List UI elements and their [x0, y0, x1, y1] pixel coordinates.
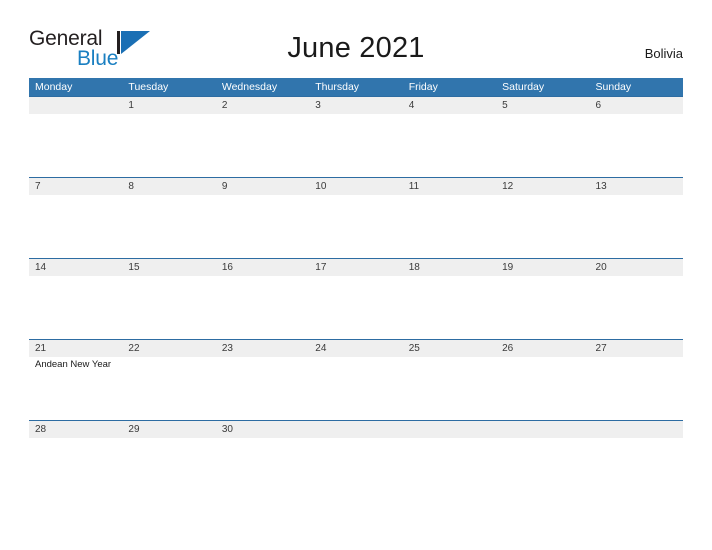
day-number[interactable]: 17 [309, 259, 402, 276]
calendar-week-row: 1 2 3 4 5 6 [29, 96, 683, 177]
calendar-grid: Monday Tuesday Wednesday Thursday Friday… [29, 78, 683, 501]
day-number[interactable]: 10 [309, 178, 402, 195]
day-number[interactable] [29, 97, 122, 114]
day-cell[interactable] [309, 438, 402, 501]
week-event-band: Andean New Year [29, 357, 683, 420]
day-cell[interactable] [590, 357, 683, 420]
day-number[interactable]: 12 [496, 178, 589, 195]
day-number[interactable]: 23 [216, 340, 309, 357]
day-cell[interactable] [496, 114, 589, 177]
page-title: June 2021 [287, 32, 425, 64]
day-number[interactable]: 26 [496, 340, 589, 357]
day-cell[interactable] [496, 438, 589, 501]
week-event-band [29, 438, 683, 501]
day-cell[interactable]: Andean New Year [29, 357, 122, 420]
day-number[interactable]: 20 [590, 259, 683, 276]
day-number[interactable]: 14 [29, 259, 122, 276]
day-number[interactable]: 29 [122, 421, 215, 438]
week-event-band [29, 195, 683, 258]
day-cell[interactable] [29, 195, 122, 258]
day-number[interactable]: 1 [122, 97, 215, 114]
calendar-week-row: 28 29 30 [29, 420, 683, 501]
day-cell[interactable] [496, 276, 589, 339]
day-cell[interactable] [29, 276, 122, 339]
week-date-band: 28 29 30 [29, 421, 683, 438]
weekday-header-row: Monday Tuesday Wednesday Thursday Friday… [29, 78, 683, 96]
day-number[interactable]: 15 [122, 259, 215, 276]
day-cell[interactable] [29, 114, 122, 177]
day-cell[interactable] [122, 276, 215, 339]
country-label: Bolivia [644, 46, 683, 61]
day-cell[interactable] [403, 357, 496, 420]
day-number[interactable]: 27 [590, 340, 683, 357]
day-number[interactable]: 21 [29, 340, 122, 357]
day-cell[interactable] [403, 276, 496, 339]
day-cell[interactable] [216, 276, 309, 339]
week-date-band: 7 8 9 10 11 12 13 [29, 178, 683, 195]
day-number[interactable]: 19 [496, 259, 589, 276]
day-cell[interactable] [403, 114, 496, 177]
day-cell[interactable] [590, 195, 683, 258]
day-cell[interactable] [122, 195, 215, 258]
day-cell[interactable] [403, 195, 496, 258]
day-number[interactable] [496, 421, 589, 438]
day-number[interactable]: 4 [403, 97, 496, 114]
week-event-band [29, 276, 683, 339]
day-number[interactable]: 5 [496, 97, 589, 114]
day-number[interactable]: 22 [122, 340, 215, 357]
day-number[interactable] [403, 421, 496, 438]
weekday-header-friday: Friday [408, 81, 438, 93]
day-number[interactable]: 6 [590, 97, 683, 114]
day-number[interactable]: 11 [403, 178, 496, 195]
page-header: General Blue June 2021 Bolivia [0, 0, 712, 78]
day-cell[interactable] [122, 114, 215, 177]
weekday-header-sunday: Sunday [595, 81, 632, 93]
day-event-text: Andean New Year [35, 359, 112, 370]
day-number[interactable] [309, 421, 402, 438]
calendar-week-row: 21 22 23 24 25 26 27 Andean New Year [29, 339, 683, 420]
day-cell[interactable] [29, 438, 122, 501]
day-number[interactable]: 13 [590, 178, 683, 195]
day-number[interactable]: 2 [216, 97, 309, 114]
day-cell[interactable] [496, 195, 589, 258]
day-number[interactable] [590, 421, 683, 438]
day-cell[interactable] [496, 357, 589, 420]
calendar-week-row: 7 8 9 10 11 12 13 [29, 177, 683, 258]
day-number[interactable]: 3 [309, 97, 402, 114]
day-cell[interactable] [403, 438, 496, 501]
day-cell[interactable] [122, 357, 215, 420]
day-cell[interactable] [216, 438, 309, 501]
day-cell[interactable] [122, 438, 215, 501]
day-number[interactable]: 9 [216, 178, 309, 195]
day-cell[interactable] [216, 114, 309, 177]
week-date-band: 21 22 23 24 25 26 27 [29, 340, 683, 357]
weekday-header-saturday: Saturday [502, 81, 545, 93]
day-number[interactable]: 30 [216, 421, 309, 438]
week-date-band: 1 2 3 4 5 6 [29, 97, 683, 114]
weekday-header-thursday: Thursday [315, 81, 360, 93]
day-number[interactable]: 24 [309, 340, 402, 357]
day-cell[interactable] [309, 114, 402, 177]
day-cell[interactable] [216, 357, 309, 420]
day-number[interactable]: 16 [216, 259, 309, 276]
day-number[interactable]: 25 [403, 340, 496, 357]
day-number[interactable]: 28 [29, 421, 122, 438]
day-cell[interactable] [590, 114, 683, 177]
calendar-week-row: 14 15 16 17 18 19 20 [29, 258, 683, 339]
day-cell[interactable] [309, 357, 402, 420]
day-number[interactable]: 7 [29, 178, 122, 195]
week-event-band [29, 114, 683, 177]
day-cell[interactable] [216, 195, 309, 258]
week-date-band: 14 15 16 17 18 19 20 [29, 259, 683, 276]
day-cell[interactable] [590, 438, 683, 501]
weekday-header-wednesday: Wednesday [221, 81, 278, 93]
day-cell[interactable] [309, 276, 402, 339]
day-number[interactable]: 18 [403, 259, 496, 276]
day-cell[interactable] [309, 195, 402, 258]
day-number[interactable]: 8 [122, 178, 215, 195]
weekday-header-tuesday: Tuesday [128, 81, 169, 93]
day-cell[interactable] [590, 276, 683, 339]
weekday-header-monday: Monday [35, 81, 73, 93]
